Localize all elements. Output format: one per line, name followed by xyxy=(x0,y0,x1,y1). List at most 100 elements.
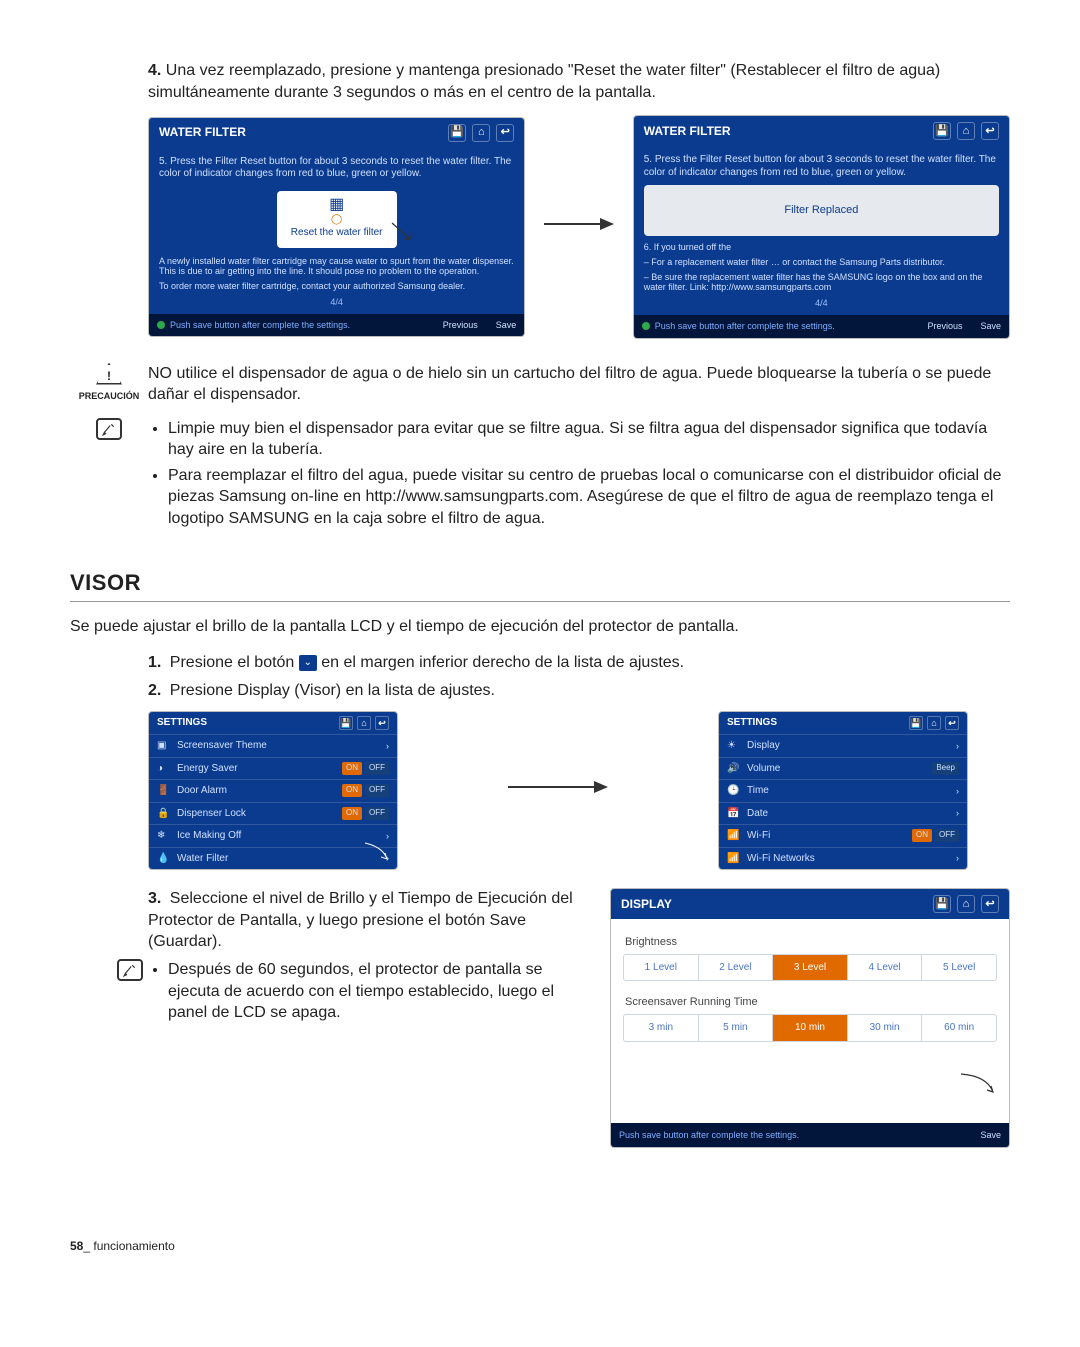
settings-row[interactable]: ☀Display› xyxy=(719,734,967,757)
row-icon: 🚪 xyxy=(157,784,171,798)
row-label: Date xyxy=(747,807,956,821)
row-label: Time xyxy=(747,784,956,798)
water-filter-screenshots: WATER FILTER 💾 ⌂ ↩ 5. Press the Filter R… xyxy=(148,115,1010,338)
row-icon: 🔒 xyxy=(157,807,171,821)
settings-row[interactable]: 🕒Time› xyxy=(719,779,967,802)
wf-page-indicator: 4/4 xyxy=(159,296,514,308)
segment-option[interactable]: 60 min xyxy=(921,1015,996,1041)
settings-row[interactable]: 📅Date› xyxy=(719,802,967,825)
filter-indicator-icon: ◯ xyxy=(291,213,383,227)
brightness-label: Brightness xyxy=(625,935,997,950)
row-icon: 📶 xyxy=(727,829,741,843)
home-icon[interactable]: ⌂ xyxy=(472,124,490,142)
visor-intro: Se puede ajustar el brillo de la pantall… xyxy=(70,616,1010,638)
settings-row[interactable]: 📶Wi-Fi Networks› xyxy=(719,847,967,870)
row-label: Ice Making Off xyxy=(177,829,386,843)
save-icon[interactable]: 💾 xyxy=(933,895,951,913)
row-label: Wi-Fi xyxy=(747,829,909,843)
home-icon[interactable]: ⌂ xyxy=(927,716,941,730)
settings-row[interactable]: ❄Ice Making Off› xyxy=(149,824,397,847)
water-filter-screen-left: WATER FILTER 💾 ⌂ ↩ 5. Press the Filter R… xyxy=(148,117,525,338)
row-icon: 💧 xyxy=(157,852,171,866)
tips-note: Limpie muy bien el dispensador para evit… xyxy=(70,418,1010,534)
back-icon[interactable]: ↩ xyxy=(375,716,389,730)
visor-step-1: 1. Presione el botón ⌄ en el margen infe… xyxy=(148,652,1010,674)
runtime-segment[interactable]: 3 min5 min10 min30 min60 min xyxy=(623,1014,997,1042)
water-filter-screen-right: WATER FILTER 💾 ⌂ ↩ 5. Press the Filter R… xyxy=(633,115,1010,338)
save-icon[interactable]: 💾 xyxy=(339,716,353,730)
reset-label: Reset the water filter xyxy=(291,226,383,240)
row-label: Door Alarm xyxy=(177,784,339,798)
back-icon[interactable]: ↩ xyxy=(945,716,959,730)
save-icon[interactable]: 💾 xyxy=(909,716,923,730)
row-label: Wi-Fi Networks xyxy=(747,852,956,866)
segment-option[interactable]: 1 Level xyxy=(624,955,698,981)
settings-row[interactable]: 🔊VolumeBeep xyxy=(719,757,967,780)
callout-arrow-icon xyxy=(361,841,391,868)
step-2-number: 2. xyxy=(148,682,161,699)
segment-option[interactable]: 10 min xyxy=(772,1015,847,1041)
settings-row[interactable]: ▣Screensaver Theme› xyxy=(149,734,397,757)
save-icon[interactable]: 💾 xyxy=(448,124,466,142)
settings-row[interactable]: ◑Energy SaverONOFF xyxy=(149,757,397,780)
save-button[interactable]: Save xyxy=(496,319,517,331)
status-dot-icon xyxy=(157,321,165,329)
back-icon[interactable]: ↩ xyxy=(496,124,514,142)
brightness-segment[interactable]: 1 Level2 Level3 Level4 Level5 Level xyxy=(623,954,997,982)
settings-row[interactable]: 📶Wi-FiONOFF xyxy=(719,824,967,847)
callout-arrow-icon xyxy=(390,221,426,250)
display-panel: DISPLAY 💾 ⌂ ↩ Brightness 1 Level2 Level3… xyxy=(610,888,1010,1148)
previous-button[interactable]: Previous xyxy=(927,320,962,332)
segment-option[interactable]: 5 min xyxy=(698,1015,773,1041)
callout-arrow-icon xyxy=(623,1072,997,1103)
caution-label: PRECAUCIÓN xyxy=(70,390,148,402)
note-icon xyxy=(96,418,122,440)
previous-button[interactable]: Previous xyxy=(443,319,478,331)
footer-section: _ funcionamiento xyxy=(83,1239,174,1253)
row-icon: ▣ xyxy=(157,739,171,753)
wf2-line6: 6. If you turned off the xyxy=(644,242,999,253)
back-icon[interactable]: ↩ xyxy=(981,895,999,913)
segment-option[interactable]: 2 Level xyxy=(698,955,773,981)
tip-1: Limpie muy bien el dispensador para evit… xyxy=(168,418,1010,461)
step-3-text: Seleccione el nivel de Brillo y el Tiemp… xyxy=(148,890,573,950)
wf2-footer: Push save button after complete the sett… xyxy=(634,315,1009,337)
wf2-sub-b: – Be sure the replacement water filter h… xyxy=(644,272,999,294)
segment-option[interactable]: 4 Level xyxy=(847,955,922,981)
status-dot-icon xyxy=(642,322,650,330)
filter-replaced-label: Filter Replaced xyxy=(784,204,858,216)
row-icon: ◑ xyxy=(157,762,171,776)
runtime-label: Screensaver Running Time xyxy=(625,995,997,1010)
segment-option[interactable]: 3 min xyxy=(624,1015,698,1041)
segment-option[interactable]: 5 Level xyxy=(921,955,996,981)
home-icon[interactable]: ⌂ xyxy=(957,895,975,913)
wf2-step5-text: 5. Press the Filter Reset button for abo… xyxy=(644,154,999,179)
back-icon[interactable]: ↩ xyxy=(981,122,999,140)
settings-row[interactable]: 🚪Door AlarmONOFF xyxy=(149,779,397,802)
settings-title: SETTINGS xyxy=(727,716,777,730)
step-3-number: 3. xyxy=(148,890,161,907)
save-icon[interactable]: 💾 xyxy=(933,122,951,140)
visor-step-2: 2. Presione Display (Visor) en la lista … xyxy=(148,680,1010,702)
wf2-title: WATER FILTER xyxy=(644,123,731,139)
caution-text: NO utilice el dispensador de agua o de h… xyxy=(148,363,1010,406)
segment-option[interactable]: 30 min xyxy=(847,1015,922,1041)
reset-water-filter-button[interactable]: ▦ ◯ Reset the water filter xyxy=(277,191,397,248)
step-4-number: 4. xyxy=(148,62,161,79)
save-button[interactable]: Save xyxy=(980,320,1001,332)
home-icon[interactable]: ⌂ xyxy=(957,122,975,140)
segment-option[interactable]: 3 Level xyxy=(772,955,847,981)
chevron-down-icon[interactable]: ⌄ xyxy=(299,655,317,671)
wf-header: WATER FILTER 💾 ⌂ ↩ xyxy=(149,118,524,148)
row-label: Water Filter xyxy=(177,852,386,866)
settings-row[interactable]: 💧Water Filter› xyxy=(149,847,397,870)
row-label: Screensaver Theme xyxy=(177,739,386,753)
home-icon[interactable]: ⌂ xyxy=(357,716,371,730)
page-footer: 58_ funcionamiento xyxy=(70,1238,1010,1254)
wf2-sub-a: – For a replacement water filter … or co… xyxy=(644,257,999,268)
wf2-foot-hint: Push save button after complete the sett… xyxy=(655,320,835,332)
step-4: 4. Una vez reemplazado, presione y mante… xyxy=(148,60,1010,103)
save-button[interactable]: Save xyxy=(980,1129,1001,1141)
row-label: Display xyxy=(747,739,956,753)
settings-row[interactable]: 🔒Dispenser LockONOFF xyxy=(149,802,397,825)
